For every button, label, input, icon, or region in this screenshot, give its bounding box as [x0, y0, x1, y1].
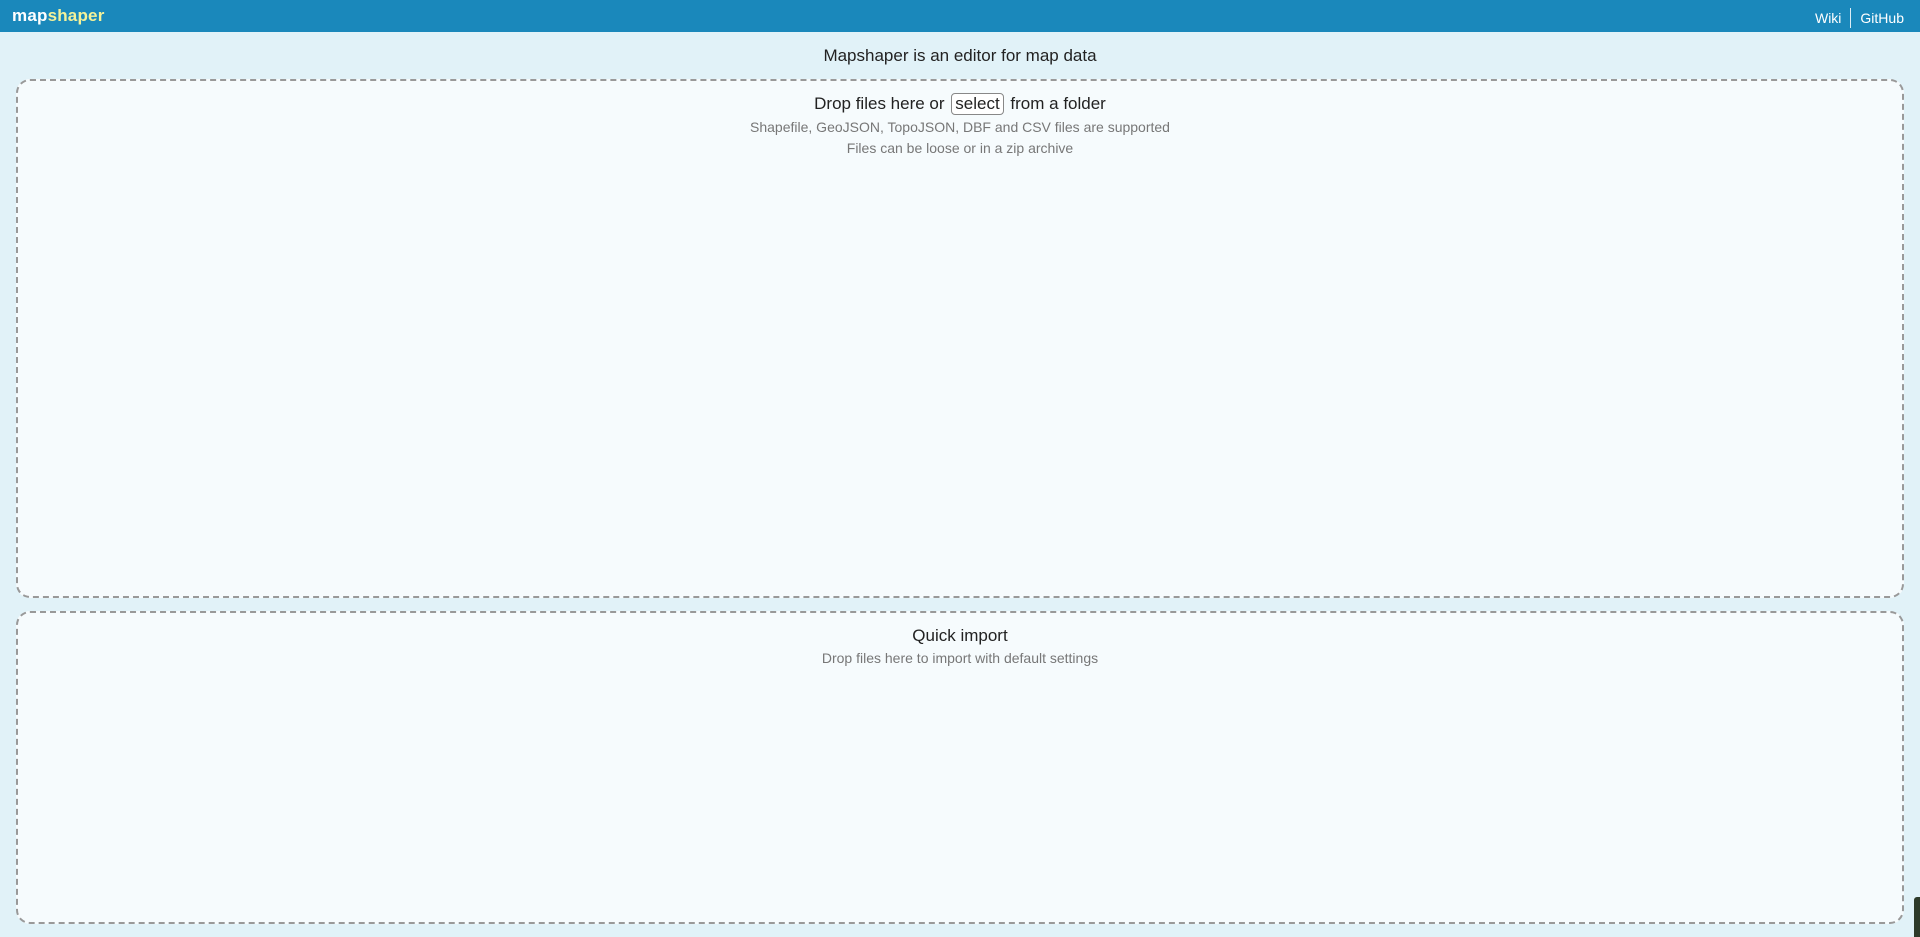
github-link[interactable]: GitHub [1860, 10, 1904, 27]
drop-zone-heading: Drop files here or select from a folder [18, 93, 1902, 115]
mapshaper-logo[interactable]: mapshaper [12, 6, 105, 26]
quick-import-subtitle: Drop files here to import with default s… [821, 650, 1099, 666]
top-bar: mapshaper Wiki GitHub [0, 0, 1920, 32]
page-title: Mapshaper is an editor for map data [823, 46, 1097, 65]
file-drop-zone[interactable]: Drop files here or select from a folder … [16, 79, 1904, 598]
logo-text-shaper: shaper [47, 6, 105, 25]
supported-formats-text: Shapefile, GeoJSON, TopoJSON, DBF and CS… [750, 119, 1170, 135]
header-links: Wiki GitHub [1815, 8, 1904, 28]
logo-text-map: map [12, 6, 48, 25]
drop-heading-after: from a folder [1010, 94, 1106, 113]
quick-import-heading: Quick import [912, 626, 1008, 645]
archive-note-text: Files can be loose or in a zip archive [846, 140, 1074, 156]
drop-heading-before: Drop files here or [814, 94, 945, 113]
select-files-button[interactable]: select [951, 93, 1004, 115]
wiki-link[interactable]: Wiki [1815, 10, 1841, 27]
link-divider [1850, 8, 1852, 28]
quick-import-drop-zone[interactable]: Quick import Drop files here to import w… [16, 611, 1904, 924]
corner-handle[interactable] [1914, 897, 1920, 937]
